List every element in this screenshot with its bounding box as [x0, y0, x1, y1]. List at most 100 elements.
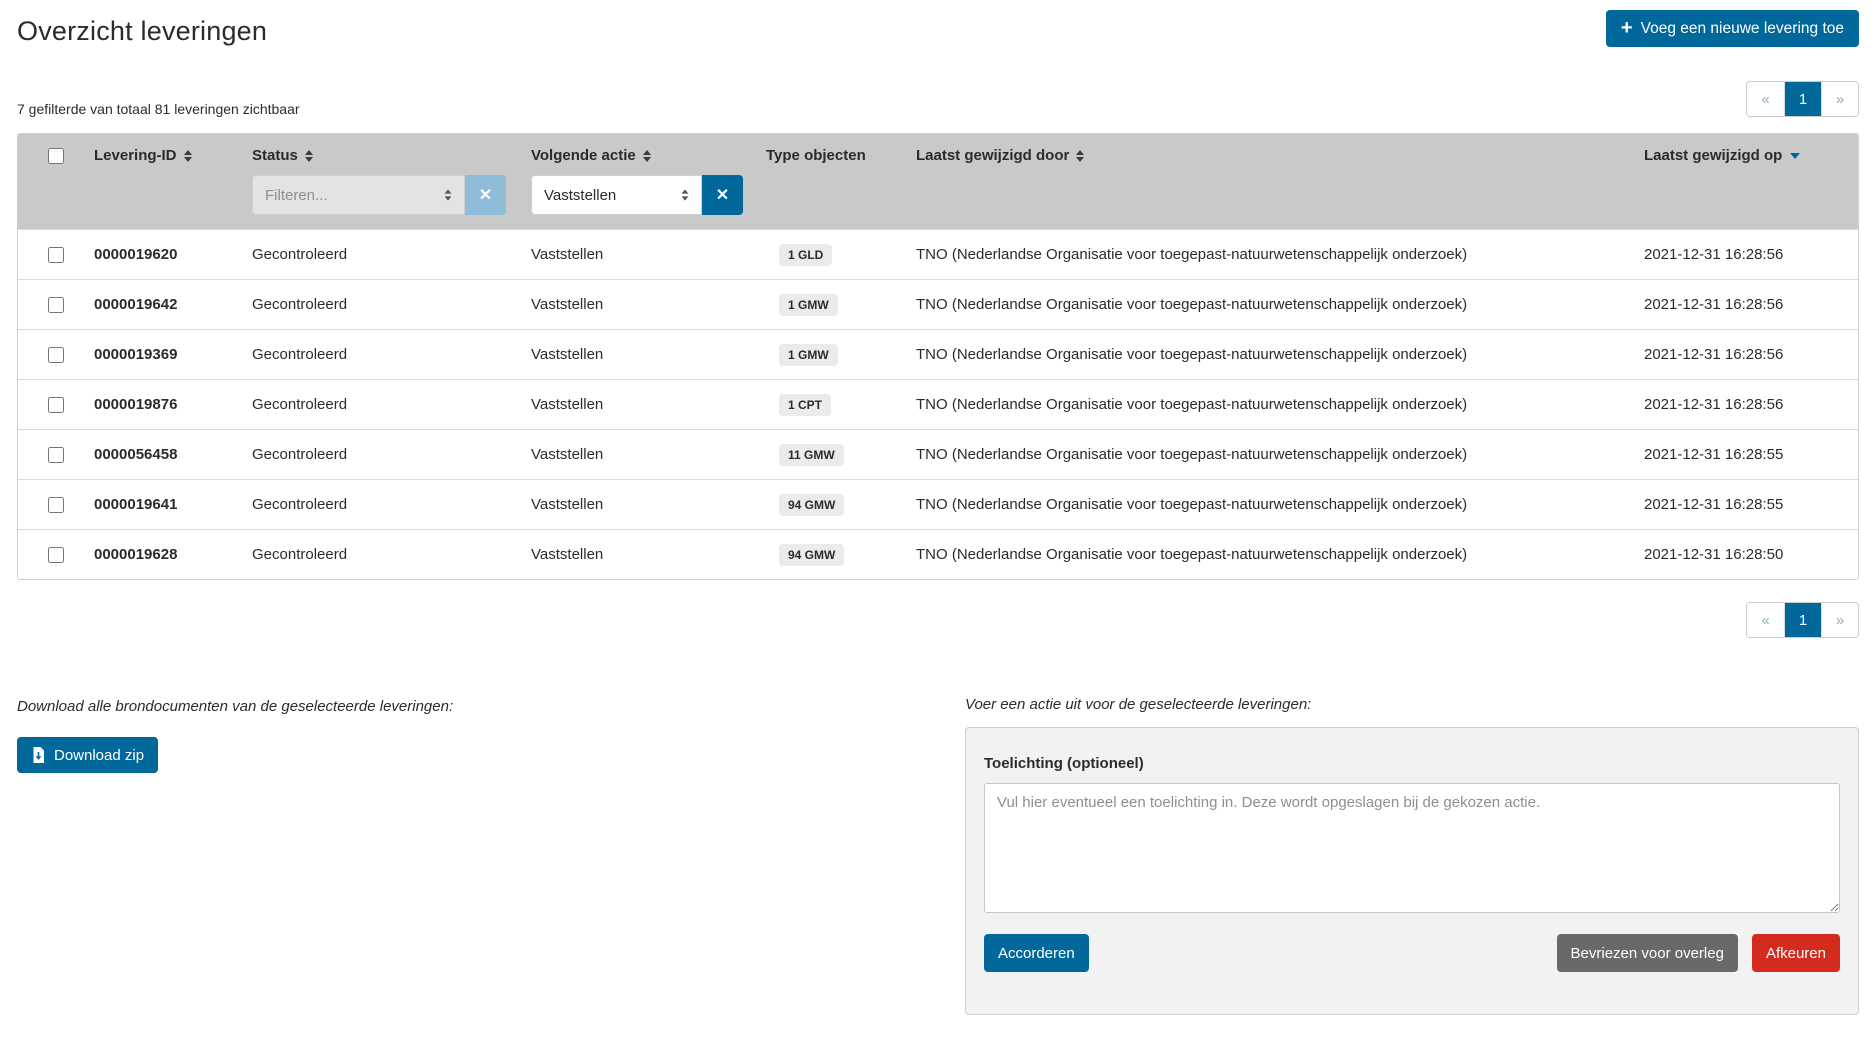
table-row[interactable]: 0000019369 Gecontroleerd Vaststellen 1 G…: [18, 329, 1858, 379]
column-header-label: Laatst gewijzigd op: [1644, 147, 1782, 164]
row-checkbox[interactable]: [48, 547, 64, 563]
table-row[interactable]: 0000019641 Gecontroleerd Vaststellen 94 …: [18, 479, 1858, 529]
volgende-actie-cell: Vaststellen: [531, 346, 766, 363]
row-checkbox[interactable]: [48, 397, 64, 413]
volgende-actie-cell: Vaststellen: [531, 546, 766, 563]
download-zip-button[interactable]: Download zip: [17, 737, 158, 773]
type-objecten-cell: 11 GMW: [766, 446, 916, 463]
gewijzigd-door-cell: TNO (Nederlandse Organisatie voor toegep…: [916, 296, 1644, 313]
type-objecten-badge: 1 GLD: [779, 244, 832, 266]
column-header-gewijzigd-door[interactable]: Laatst gewijzigd door: [916, 147, 1644, 164]
pagination-next-button[interactable]: »: [1821, 603, 1858, 637]
volgende-actie-cell: Vaststellen: [531, 246, 766, 263]
sort-icon: [1076, 150, 1084, 162]
select-all-cell: [18, 148, 94, 164]
select-chevron-icon: [681, 189, 689, 201]
accorderen-button[interactable]: Accorderen: [984, 934, 1089, 972]
volgende-actie-filter-cell: Vaststellen ✕: [531, 175, 766, 215]
action-note: Voer een actie uit voor de geselecteerde…: [965, 696, 1859, 713]
column-header-volgende-actie[interactable]: Volgende actie: [531, 147, 766, 164]
leveringen-table: Levering-ID Status Volgende actie Type o…: [17, 133, 1859, 580]
type-objecten-cell: 1 CPT: [766, 396, 916, 413]
table-row[interactable]: 0000019620 Gecontroleerd Vaststellen 1 G…: [18, 229, 1858, 279]
volgende-actie-cell: Vaststellen: [531, 396, 766, 413]
row-checkbox[interactable]: [48, 297, 64, 313]
type-objecten-cell: 1 GMW: [766, 346, 916, 363]
column-header-label: Laatst gewijzigd door: [916, 147, 1069, 164]
status-filter-select[interactable]: Filteren...: [252, 175, 465, 215]
column-header-label: Status: [252, 147, 298, 164]
table-row[interactable]: 0000056458 Gecontroleerd Vaststellen 11 …: [18, 429, 1858, 479]
row-checkbox[interactable]: [48, 497, 64, 513]
gewijzigd-door-cell: TNO (Nederlandse Organisatie voor toegep…: [916, 396, 1644, 413]
type-objecten-badge: 1 CPT: [779, 394, 831, 416]
add-delivery-button-label: Voeg een nieuwe levering toe: [1641, 20, 1844, 38]
column-header-label: Type objecten: [766, 147, 866, 164]
sort-descending-caret-icon: [1790, 153, 1800, 159]
type-objecten-badge: 94 GMW: [779, 494, 844, 516]
column-header-levering-id[interactable]: Levering-ID: [94, 147, 252, 164]
row-checkbox[interactable]: [48, 347, 64, 363]
action-section: Voer een actie uit voor de geselecteerde…: [965, 696, 1859, 1015]
checkbox-cell: [18, 247, 94, 263]
add-delivery-button[interactable]: + Voeg een nieuwe levering toe: [1606, 10, 1859, 47]
page-header: Overzicht leveringen + Voeg een nieuwe l…: [17, 10, 1859, 47]
action-buttons-row: Accorderen Bevriezen voor overleg Afkeur…: [984, 934, 1840, 972]
status-filter-cell: Filteren... ✕: [252, 175, 531, 215]
plus-icon: +: [1621, 18, 1633, 38]
levering-id-cell[interactable]: 0000019641: [94, 496, 252, 513]
row-checkbox[interactable]: [48, 447, 64, 463]
volgende-actie-filter-select[interactable]: Vaststellen: [531, 175, 702, 215]
checkbox-cell: [18, 297, 94, 313]
status-filter-placeholder: Filteren...: [265, 187, 328, 204]
type-objecten-badge: 1 GMW: [779, 294, 838, 316]
levering-id-cell[interactable]: 0000019369: [94, 346, 252, 363]
column-header-status[interactable]: Status: [252, 147, 531, 164]
select-chevron-icon: [444, 189, 452, 201]
checkbox-cell: [18, 397, 94, 413]
table-filter-row: Filteren... ✕ Vaststellen ✕: [18, 175, 1858, 215]
gewijzigd-op-cell: 2021-12-31 16:28:50: [1644, 546, 1858, 563]
pagination-page-1[interactable]: 1: [1784, 82, 1821, 116]
bevriezen-voor-overleg-button[interactable]: Bevriezen voor overleg: [1557, 934, 1738, 972]
status-cell: Gecontroleerd: [252, 296, 531, 313]
levering-id-cell[interactable]: 0000019876: [94, 396, 252, 413]
levering-id-cell[interactable]: 0000056458: [94, 446, 252, 463]
gewijzigd-op-cell: 2021-12-31 16:28:56: [1644, 396, 1858, 413]
type-objecten-cell: 1 GLD: [766, 246, 916, 263]
download-zip-label: Download zip: [54, 747, 144, 764]
pagination-page-1[interactable]: 1: [1784, 603, 1821, 637]
pagination-prev-button[interactable]: «: [1747, 82, 1784, 116]
column-header-gewijzigd-op[interactable]: Laatst gewijzigd op: [1644, 147, 1858, 164]
select-all-checkbox[interactable]: [48, 148, 64, 164]
row-checkbox[interactable]: [48, 247, 64, 263]
levering-id-cell[interactable]: 0000019628: [94, 546, 252, 563]
table-row[interactable]: 0000019628 Gecontroleerd Vaststellen 94 …: [18, 529, 1858, 579]
afkeuren-button[interactable]: Afkeuren: [1752, 934, 1840, 972]
levering-id-cell[interactable]: 0000019620: [94, 246, 252, 263]
volgende-actie-filter-clear-button[interactable]: ✕: [702, 175, 743, 215]
gewijzigd-door-cell: TNO (Nederlandse Organisatie voor toegep…: [916, 546, 1644, 563]
volgende-actie-cell: Vaststellen: [531, 296, 766, 313]
pagination-bottom-row: « 1 »: [17, 602, 1859, 638]
table-row[interactable]: 0000019642 Gecontroleerd Vaststellen 1 G…: [18, 279, 1858, 329]
gewijzigd-op-cell: 2021-12-31 16:28:56: [1644, 346, 1858, 363]
status-cell: Gecontroleerd: [252, 246, 531, 263]
gewijzigd-op-cell: 2021-12-31 16:28:55: [1644, 496, 1858, 513]
file-download-icon: [31, 747, 46, 763]
status-filter-clear-button[interactable]: ✕: [465, 175, 506, 215]
levering-id-cell[interactable]: 0000019642: [94, 296, 252, 313]
pagination-top: « 1 »: [1746, 81, 1859, 117]
status-cell: Gecontroleerd: [252, 346, 531, 363]
pagination-next-button[interactable]: »: [1821, 82, 1858, 116]
pagination-prev-button[interactable]: «: [1747, 603, 1784, 637]
checkbox-cell: [18, 497, 94, 513]
type-objecten-badge: 94 GMW: [779, 544, 844, 566]
status-cell: Gecontroleerd: [252, 546, 531, 563]
table-row[interactable]: 0000019876 Gecontroleerd Vaststellen 1 C…: [18, 379, 1858, 429]
download-section: Download alle brondocumenten van de gese…: [17, 696, 965, 773]
sort-icon: [643, 150, 651, 162]
column-header-type-objecten: Type objecten: [766, 147, 916, 164]
type-objecten-badge: 1 GMW: [779, 344, 838, 366]
toelichting-textarea[interactable]: [984, 783, 1840, 913]
